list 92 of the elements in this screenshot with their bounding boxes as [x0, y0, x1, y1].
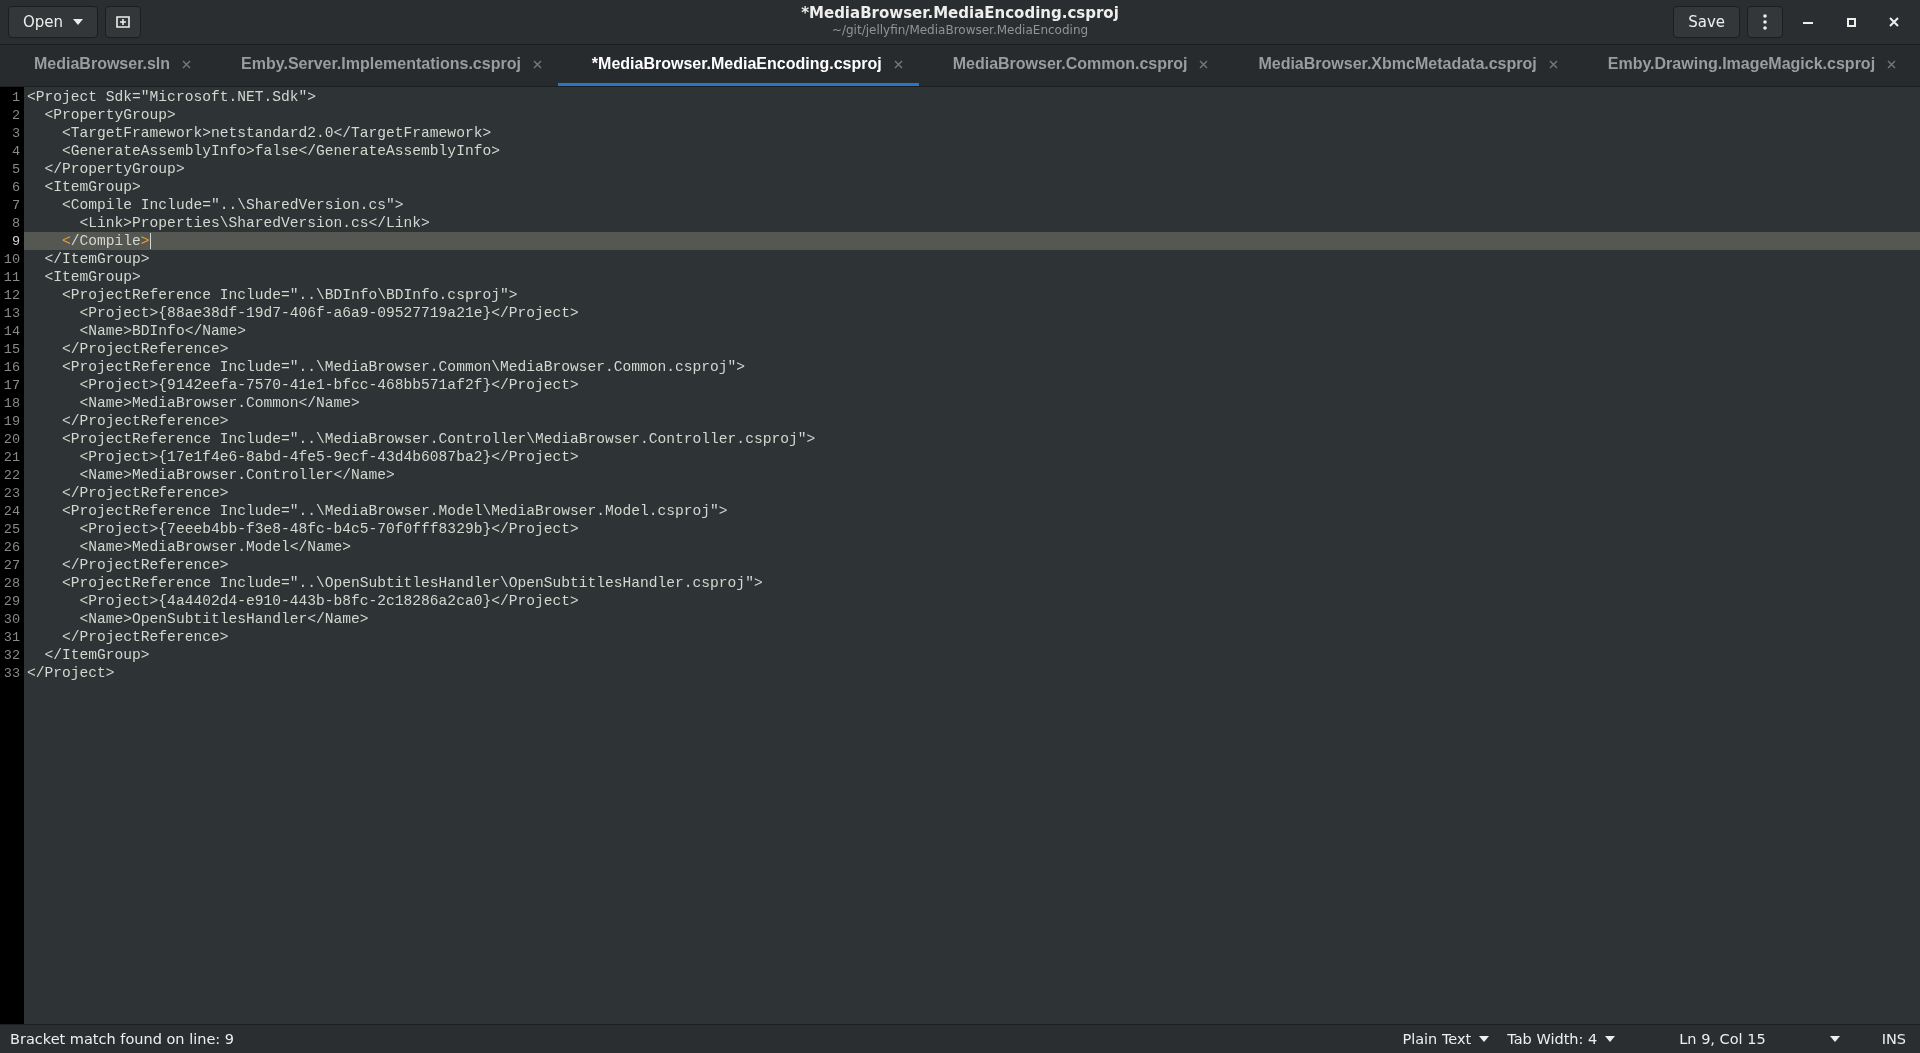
window-title: *MediaBrowser.MediaEncoding.csproj — [801, 4, 1119, 22]
code-line: <Name>BDInfo</Name> — [78, 322, 246, 340]
status-message: Bracket match found on line: 9 — [10, 1031, 235, 1047]
line-number: 6 — [10, 179, 21, 195]
caret-icon — [1605, 1036, 1616, 1042]
code-line: </ProjectReference> — [61, 484, 229, 502]
line-number: 13 — [2, 305, 21, 321]
line-number: 14 — [2, 323, 21, 339]
line-number: 7 — [10, 197, 21, 213]
line-number: 10 — [2, 251, 21, 267]
code-line: <Project>{9142eefa-7570-41e1-bfcc-468bb571af2f}</Project> — [78, 376, 579, 394]
line-number: 8 — [10, 215, 21, 231]
code-line: </ItemGroup> — [43, 250, 150, 268]
code-line: </Compile> — [61, 232, 151, 250]
line-number: 22 — [2, 467, 21, 483]
save-button[interactable]: Save — [1673, 6, 1740, 38]
document-tab[interactable]: Emby.Server.Implementations.csproj — [207, 45, 558, 86]
code-line: <ItemGroup> — [43, 178, 141, 196]
line-number: 24 — [2, 503, 21, 519]
line-number: 2 — [10, 107, 21, 123]
line-number: 12 — [2, 287, 21, 303]
code-line: <Project>{88ae38df-19d7-406f-a6a9-09527719a21e}</Project> — [78, 304, 579, 322]
line-number: 32 — [2, 647, 21, 663]
minimize-icon[interactable] — [1803, 20, 1813, 24]
line-number: 26 — [2, 539, 21, 555]
code-line: </ProjectReference> — [61, 628, 229, 646]
line-number: 29 — [2, 593, 21, 609]
line-number: 4 — [10, 143, 21, 159]
document-tab[interactable]: MediaBrowser.Common.csproj — [918, 45, 1225, 86]
line-number: 27 — [2, 557, 21, 573]
open-button[interactable]: Open — [8, 6, 99, 38]
line-number: 31 — [2, 629, 21, 645]
code-line: </Project> — [26, 664, 115, 682]
code-line: <ProjectReference Include="..\OpenSubtitlesHandler\OpenSubtitlesHandler.csproj"> — [61, 574, 763, 592]
document-tab[interactable]: MediaBrowser.XbmcMetadata.csproj — [1224, 45, 1574, 86]
line-number: 20 — [2, 431, 21, 447]
window-subtitle: ~/git/jellyfin/MediaBrowser.MediaEncoding — [831, 23, 1089, 37]
code-line: <Project>{17e1f4e6-8abd-4fe5-9ecf-43d4b6087ba2}</Project> — [78, 448, 579, 466]
line-number: 16 — [2, 359, 21, 375]
line-number: 21 — [2, 449, 21, 465]
document-tab[interactable]: Emby.Drawing.ImageMagick.csproj — [1573, 45, 1913, 86]
code-line: <Name>OpenSubtitlesHandler</Name> — [78, 610, 369, 628]
code-line: </PropertyGroup> — [43, 160, 185, 178]
code-line: <GenerateAssemblyInfo>false</GenerateAssemblyInfo> — [61, 142, 500, 160]
code-line: <Project>{4a4402d4-e910-443b-b8fc-2c18286a2ca0}</Project> — [78, 592, 579, 610]
caret-icon — [1479, 1036, 1490, 1042]
line-number: 19 — [2, 413, 21, 429]
document-tab[interactable]: *MediaBrowser.MediaEncoding.csproj — [557, 45, 919, 86]
line-number: 23 — [2, 485, 21, 501]
code-line: <Project>{7eeeb4bb-f3e8-48fc-b4c5-70f0fff8329b}</Project> — [78, 520, 579, 538]
maximize-icon[interactable] — [1846, 17, 1856, 27]
caret-icon — [1829, 1036, 1840, 1042]
caret-icon — [73, 19, 84, 25]
code-line: <ItemGroup> — [43, 268, 141, 286]
code-line: <ProjectReference Include="..\MediaBrowser.Model\MediaBrowser.Model.csproj"> — [61, 502, 728, 520]
position-dropdown[interactable] — [1829, 1036, 1840, 1042]
new-document-button[interactable] — [105, 6, 142, 38]
line-number: 11 — [2, 269, 21, 285]
code-line: <Name>MediaBrowser.Controller</Name> — [78, 466, 395, 484]
code-line: <Compile Include="..\SharedVersion.cs"> — [61, 196, 404, 214]
line-number: 30 — [2, 611, 21, 627]
line-number: 5 — [10, 161, 21, 177]
code-line: <PropertyGroup> — [43, 106, 176, 124]
line-number: 18 — [2, 395, 21, 411]
cursor-position: Ln 9, Col 15 — [1679, 1031, 1766, 1047]
tab-width-selector[interactable]: Tab Width: 4 — [1507, 1031, 1616, 1047]
code-line: <Project Sdk="Microsoft.NET.Sdk"> — [26, 88, 316, 106]
code-line: <ProjectReference Include="..\MediaBrowser.Common\MediaBrowser.Common.csproj"> — [61, 358, 746, 376]
code-line: </ItemGroup> — [43, 646, 150, 664]
code-line: <ProjectReference Include="..\MediaBrowser.Controller\MediaBrowser.Controller.csproj"> — [61, 430, 816, 448]
code-line: </ProjectReference> — [61, 412, 229, 430]
line-number: 28 — [2, 575, 21, 591]
insert-mode: INS — [1881, 1031, 1906, 1047]
code-line: </ProjectReference> — [61, 556, 229, 574]
line-number: 17 — [2, 377, 21, 393]
code-line: <ProjectReference Include="..\BDInfo\BDInfo.csproj"> — [61, 286, 518, 304]
code-line: <Link>Properties\SharedVersion.cs</Link> — [78, 214, 430, 232]
code-line: <Name>MediaBrowser.Model</Name> — [78, 538, 352, 556]
menu-button[interactable] — [1747, 6, 1783, 38]
line-number: 9 — [10, 233, 21, 249]
line-number: 33 — [2, 665, 21, 681]
line-number: 25 — [2, 521, 21, 537]
code-line: <Name>MediaBrowser.Common</Name> — [78, 394, 360, 412]
line-number: 1 — [10, 89, 21, 105]
line-number: 3 — [10, 125, 21, 141]
code-line: <TargetFramework>netstandard2.0</TargetFramework> — [61, 124, 492, 142]
new-document-icon — [116, 16, 131, 28]
code-line: </ProjectReference> — [61, 340, 229, 358]
vertical-dots-icon — [1763, 14, 1767, 30]
line-number: 15 — [2, 341, 21, 357]
language-selector[interactable]: Plain Text — [1402, 1031, 1490, 1047]
document-tab[interactable]: MediaBrowser.sln — [0, 45, 208, 86]
